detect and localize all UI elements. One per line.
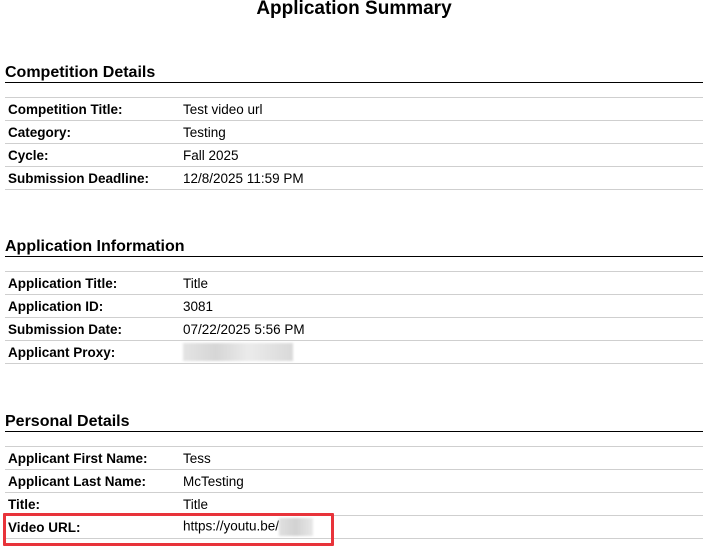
field-value: Fall 2025 [183, 147, 239, 163]
competition-details-section: Competition Details Competition Title: T… [5, 64, 703, 190]
application-information-table: Application Title: Title Application ID:… [5, 271, 703, 364]
redacted-value [183, 343, 293, 361]
table-row: Submission Deadline: 12/8/2025 11:59 PM [5, 167, 703, 190]
field-value: 3081 [183, 298, 214, 314]
competition-details-table: Competition Title: Test video url Catego… [5, 97, 703, 190]
personal-details-section: Personal Details Applicant First Name: T… [5, 413, 703, 539]
table-row: Application Title: Title [5, 271, 703, 295]
field-label: Applicant Last Name: [8, 473, 147, 489]
field-label: Title: [8, 496, 41, 512]
field-value: https://youtu.be/ [183, 518, 703, 536]
table-row: Submission Date: 07/22/2025 5:56 PM [5, 318, 703, 341]
table-row: Applicant First Name: Tess [5, 446, 703, 470]
field-value: Testing [183, 124, 226, 140]
field-label: Application Title: [8, 275, 118, 291]
video-url-link[interactable]: https://youtu.be/ [183, 519, 279, 534]
field-value: Tess [183, 450, 211, 466]
field-value: 07/22/2025 5:56 PM [183, 321, 305, 337]
table-row: Competition Title: Test video url [5, 97, 703, 121]
field-value: Test video url [183, 101, 263, 117]
table-row: Application ID: 3081 [5, 295, 703, 318]
table-row: Applicant Proxy: [5, 341, 703, 364]
section-heading: Application Information [5, 238, 703, 257]
table-row: Video URL: https://youtu.be/ [5, 516, 703, 539]
field-label: Competition Title: [8, 101, 123, 117]
field-value: Title [183, 496, 209, 512]
field-label: Video URL: [8, 519, 81, 535]
section-heading: Personal Details [5, 413, 703, 432]
field-label: Cycle: [8, 147, 49, 163]
field-label: Applicant First Name: [8, 450, 148, 466]
field-label: Submission Date: [8, 321, 123, 337]
field-value [183, 343, 703, 361]
personal-details-table: Applicant First Name: Tess Applicant Las… [5, 446, 703, 539]
field-label: Submission Deadline: [8, 170, 150, 186]
document-title: Application Summary [256, 0, 452, 19]
field-value: 12/8/2025 11:59 PM [183, 170, 304, 186]
field-value: Title [183, 275, 209, 291]
field-label: Application ID: [8, 298, 104, 314]
redacted-value [279, 518, 314, 536]
table-row: Title: Title [5, 493, 703, 516]
field-value: McTesting [183, 473, 244, 489]
table-row: Category: Testing [5, 121, 703, 144]
field-label: Applicant Proxy: [8, 344, 116, 360]
section-heading: Competition Details [5, 64, 703, 83]
table-row: Applicant Last Name: McTesting [5, 470, 703, 493]
application-information-section: Application Information Application Titl… [5, 238, 703, 364]
table-row: Cycle: Fall 2025 [5, 144, 703, 167]
field-label: Category: [8, 124, 72, 140]
